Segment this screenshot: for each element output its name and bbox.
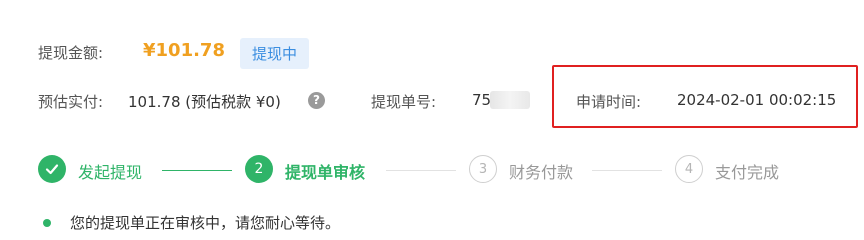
step-1-check-icon (38, 155, 66, 183)
order-number-redaction (490, 91, 530, 109)
step-2-label: 提现单审核 (285, 163, 366, 182)
step-3-label: 财务付款 (509, 163, 574, 182)
estimate-label: 预估实付: (38, 93, 104, 111)
estimate-value: 101.78 (预估税款 ¥0) (128, 93, 281, 111)
order-number-value: 75 (472, 91, 492, 109)
step-connector-3 (592, 170, 662, 171)
status-notice: 您的提现单正在审核中，请您耐心等待。 (70, 214, 341, 232)
amount-label: 提现金额: (38, 44, 104, 62)
order-number-label: 提现单号: (371, 93, 437, 111)
step-2-number: 2 (245, 155, 273, 183)
step-3-number: 3 (469, 155, 497, 183)
apply-time-label: 申请时间: (576, 93, 642, 111)
apply-time-value: 2024-02-01 00:02:15 (677, 91, 837, 109)
step-1-label: 发起提现 (78, 163, 143, 182)
status-badge: 提现中 (240, 38, 310, 69)
step-connector-1 (162, 170, 232, 171)
status-dot-icon (43, 219, 51, 227)
step-4-number: 4 (675, 155, 703, 183)
step-connector-2 (386, 170, 456, 171)
amount-value: ¥101.78 (143, 40, 225, 61)
step-4-label: 支付完成 (715, 163, 780, 182)
question-icon[interactable]: ? (308, 92, 325, 109)
